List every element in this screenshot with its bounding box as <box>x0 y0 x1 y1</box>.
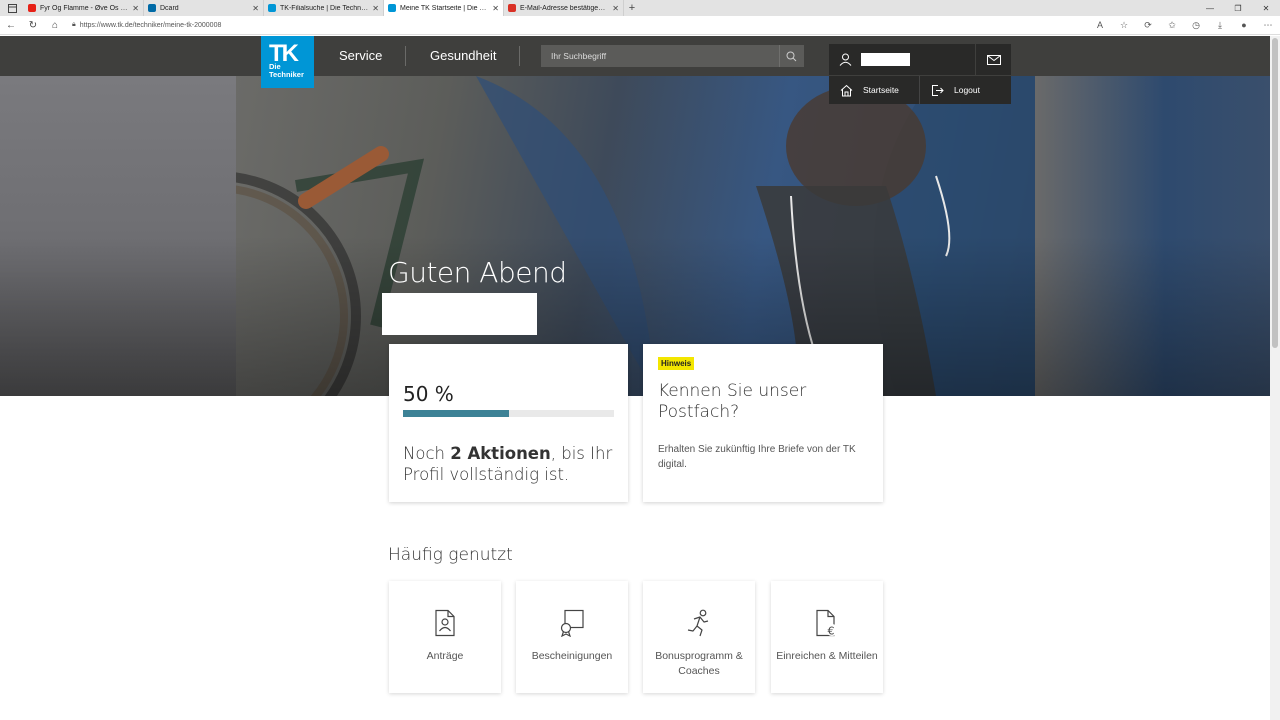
close-tab-icon[interactable]: ✕ <box>372 4 379 13</box>
svg-text:€: € <box>828 625 835 638</box>
new-tab-icon[interactable]: + <box>624 0 640 16</box>
nav-divider <box>519 46 520 66</box>
gmail-favicon-icon <box>508 4 516 12</box>
close-tab-icon[interactable]: ✕ <box>252 4 259 13</box>
favorites-icon[interactable]: ✩ <box>1160 20 1184 31</box>
logo-sub-line-2: Techniker <box>269 70 304 79</box>
tile-bonusprogramm[interactable]: Bonusprogramm & Coaches <box>643 581 755 693</box>
document-euro-icon: € <box>771 609 883 639</box>
postfach-hint-card[interactable]: Hinweis Kennen Sie unser Postfach? Erhal… <box>643 344 883 502</box>
browser-tab[interactable]: Dcard ✕ <box>144 0 264 16</box>
document-person-icon <box>389 609 501 639</box>
nav-gesundheit[interactable]: Gesundheit <box>430 36 497 76</box>
browser-tab-active[interactable]: Meine TK Startseite | Die Techniker ✕ <box>384 0 504 16</box>
page-scrollbar[interactable] <box>1270 36 1280 720</box>
frequent-section-title: Häufig genutzt <box>388 545 513 565</box>
user-name-redacted <box>861 53 910 66</box>
mail-icon <box>986 54 1001 65</box>
minimize-icon[interactable]: — <box>1196 0 1224 16</box>
greeting-heading: Guten Abend <box>388 256 567 289</box>
refresh-extension-icon[interactable]: ⟳ <box>1136 20 1160 31</box>
tk-favicon-icon <box>388 4 396 12</box>
browser-tab[interactable]: Fyr Og Flamme - Øve Os På Hinanden ✕ <box>24 0 144 16</box>
tk-favicon-icon <box>268 4 276 12</box>
read-aloud-icon[interactable]: A <box>1088 20 1112 31</box>
nav-divider <box>405 46 406 66</box>
more-menu-icon[interactable]: ⋯ <box>1256 20 1280 31</box>
hero-banner <box>0 76 1270 396</box>
search-icon[interactable] <box>779 45 803 67</box>
hint-badge: Hinweis <box>658 357 695 370</box>
youtube-favicon-icon <box>28 4 36 12</box>
tab-actions-icon[interactable] <box>0 0 24 16</box>
search-bar <box>541 45 804 67</box>
reload-icon[interactable]: ↻ <box>22 20 44 31</box>
download-icon[interactable]: ⤓ <box>1208 20 1232 31</box>
close-window-icon[interactable]: ✕ <box>1252 0 1280 16</box>
progress-bar <box>403 410 614 417</box>
profile-progress-card[interactable]: 50 % Noch 2 Aktionen, bis Ihr Profil vol… <box>389 344 628 502</box>
tile-bescheinigungen[interactable]: Bescheinigungen <box>516 581 628 693</box>
user-icon <box>829 53 861 66</box>
address-bar: ← ↻ ⌂ 🔒︎ https://www.tk.de/techniker/mei… <box>0 16 1280 35</box>
greeting-name-redacted <box>382 293 537 335</box>
logout-icon <box>932 84 944 96</box>
postfach-button[interactable] <box>976 44 1011 75</box>
tk-logo[interactable]: TK Die Techniker <box>261 36 314 88</box>
home-icon[interactable]: ⌂ <box>44 20 66 31</box>
nav-service[interactable]: Service <box>339 36 382 76</box>
user-dropdown: Startseite Logout <box>829 76 1011 104</box>
dcard-favicon-icon <box>148 4 156 12</box>
profile-avatar-icon[interactable]: ● <box>1232 20 1256 31</box>
dropdown-logout[interactable]: Logout <box>920 76 980 104</box>
certificate-icon <box>516 609 628 639</box>
browser-tab[interactable]: E-Mail-Adresse bestätigen - justin ✕ <box>504 0 624 16</box>
browser-tab[interactable]: TK-Filialsuche | Die Techniker ✕ <box>264 0 384 16</box>
running-person-icon <box>643 609 755 639</box>
tile-antraege[interactable]: Anträge <box>389 581 501 693</box>
progress-text: Noch 2 Aktionen, bis Ihr Profil vollstän… <box>403 444 613 484</box>
history-icon[interactable]: ◷ <box>1184 20 1208 31</box>
progress-bar-fill <box>403 410 509 417</box>
hint-title: Kennen Sie unser Postfach? <box>658 381 807 422</box>
close-tab-icon[interactable]: ✕ <box>492 4 499 13</box>
hint-text: Erhalten Sie zukünftig Ihre Briefe von d… <box>658 444 856 470</box>
back-icon[interactable]: ← <box>0 20 22 31</box>
lock-icon: 🔒︎ <box>72 21 76 28</box>
close-tab-icon[interactable]: ✕ <box>132 4 139 13</box>
browser-tab-bar: Fyr Og Flamme - Øve Os På Hinanden ✕ Dca… <box>0 0 1280 16</box>
home-icon <box>840 84 853 96</box>
user-menu[interactable] <box>829 44 975 75</box>
dropdown-startseite[interactable]: Startseite <box>829 76 920 104</box>
progress-percent: 50 % <box>403 382 454 406</box>
favorite-star-icon[interactable]: ☆ <box>1112 20 1136 31</box>
restore-icon[interactable]: ❐ <box>1224 0 1252 16</box>
tile-einreichen[interactable]: € Einreichen & Mitteilen <box>771 581 883 693</box>
scrollbar-thumb[interactable] <box>1272 38 1278 348</box>
close-tab-icon[interactable]: ✕ <box>612 4 619 13</box>
url-field[interactable]: 🔒︎ https://www.tk.de/techniker/meine-tk-… <box>72 21 221 29</box>
search-input[interactable] <box>541 51 779 61</box>
